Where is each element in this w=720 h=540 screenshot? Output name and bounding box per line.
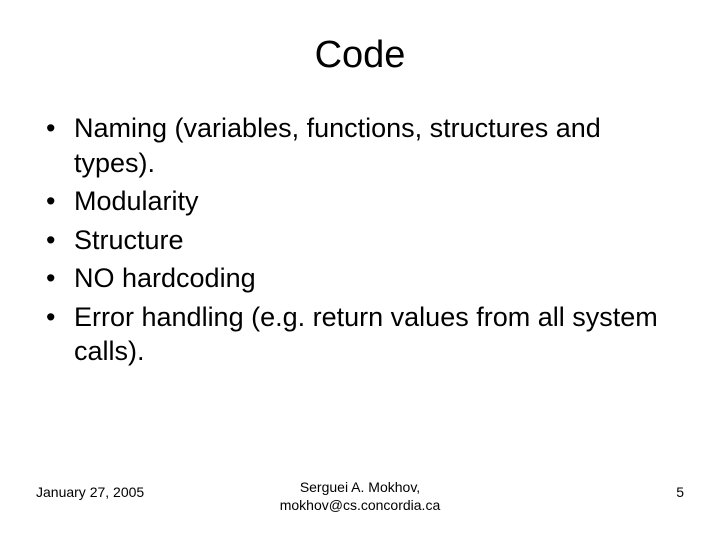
bullet-item: Structure xyxy=(42,223,684,258)
bullet-item: Modularity xyxy=(42,184,684,219)
bullet-item: NO hardcoding xyxy=(42,261,684,296)
slide: Code Naming (variables, functions, struc… xyxy=(0,0,720,540)
slide-footer: January 27, 2005 Serguei A. Mokhov, mokh… xyxy=(0,479,720,514)
footer-date: January 27, 2005 xyxy=(36,484,144,500)
footer-page-number: 5 xyxy=(676,484,684,500)
bullet-item: Naming (variables, functions, structures… xyxy=(42,111,684,180)
bullet-list: Naming (variables, functions, structures… xyxy=(36,111,684,369)
bullet-item: Error handling (e.g. return values from … xyxy=(42,300,684,369)
slide-title: Code xyxy=(36,34,684,77)
